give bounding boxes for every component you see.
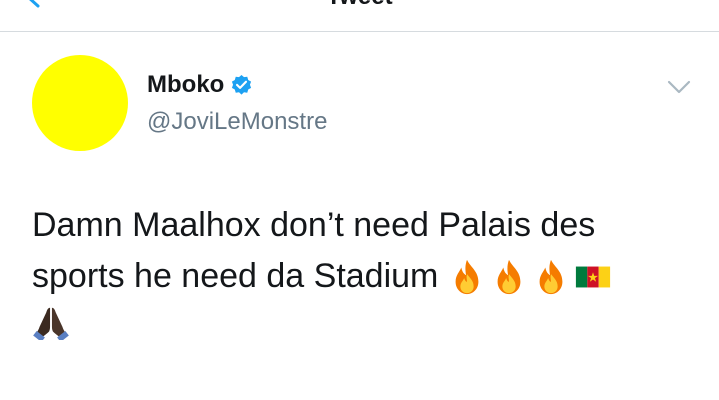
- avatar[interactable]: [32, 55, 128, 151]
- user-handle[interactable]: @JoviLeMonstre: [147, 108, 327, 136]
- tweet-line-2-text: sports he need da Stadium: [32, 257, 439, 295]
- fire-icon: [455, 259, 479, 294]
- tweet-line-3: [32, 302, 692, 340]
- tweet-line-1: Damn Maalhox don’t need Palais des: [32, 206, 596, 244]
- cameroon-flag-icon: [576, 266, 611, 287]
- display-name[interactable]: Mboko: [147, 71, 224, 99]
- chevron-down-icon[interactable]: [667, 79, 691, 95]
- top-navigation-bar: Tweet: [0, 0, 719, 32]
- tweet-text: Damn Maalhox don’t need Palais des sport…: [32, 200, 692, 340]
- author-name-row[interactable]: Mboko: [147, 71, 253, 99]
- page-title: Tweet: [0, 0, 719, 11]
- verified-badge-icon: [232, 74, 252, 95]
- folded-hands-icon: [33, 307, 69, 340]
- fire-icon: [539, 259, 563, 294]
- tweet-line-2: sports he need da Stadium: [32, 251, 692, 302]
- fire-icon: [497, 259, 521, 294]
